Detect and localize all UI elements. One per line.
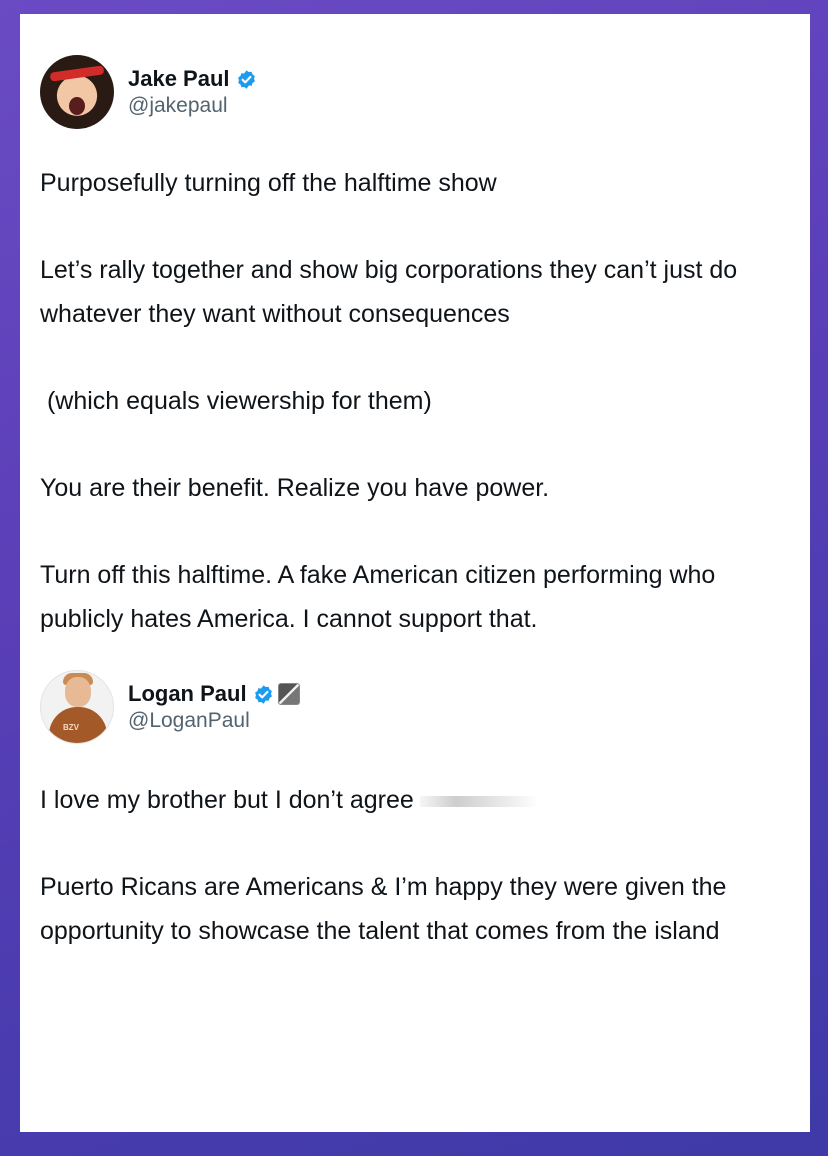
tweet-text: I love my brother but I don’t agree Puer… — [40, 778, 790, 953]
shirt-logo: BZV — [63, 723, 79, 732]
name-row: Jake Paul — [128, 66, 257, 92]
verified-badge-icon — [253, 684, 274, 705]
tweet-paragraph: Let’s rally together and show big corpor… — [40, 256, 745, 328]
handle[interactable]: @LoganPaul — [128, 709, 300, 733]
tweet-logan: BZV Logan Paul @LoganPaul I love my brot… — [40, 669, 790, 953]
affiliate-badge-icon[interactable] — [277, 683, 300, 705]
tweet-paragraph: (which equals viewership for them) — [40, 387, 432, 415]
tweet-paragraph: Purposefully turning off the halftime sh… — [40, 169, 497, 197]
tweet-paragraph: You are their benefit. Realize you have … — [40, 474, 550, 502]
tweet-header: Jake Paul @jakepaul — [40, 54, 790, 130]
tweet-paragraph: Turn off this halftime. A fake American … — [40, 561, 723, 633]
tweet-jake: Jake Paul @jakepaul Purposefully turning… — [40, 54, 790, 641]
tweet-paragraph: I love my brother but I don’t agree — [40, 778, 790, 822]
tweet-paragraph-text: I love my brother but I don’t agree — [40, 786, 414, 814]
handle[interactable]: @jakepaul — [128, 94, 257, 118]
tweet-header: BZV Logan Paul @LoganPaul — [40, 669, 790, 745]
tweet-text: Purposefully turning off the halftime sh… — [40, 161, 790, 641]
author-block: Jake Paul @jakepaul — [128, 66, 257, 118]
name-row: Logan Paul — [128, 681, 300, 707]
verified-badge-icon — [236, 69, 257, 90]
emoji-icon — [419, 795, 538, 807]
avatar[interactable] — [40, 55, 114, 129]
tweet-paragraph: Puerto Ricans are Americans & I’m happy … — [40, 873, 734, 945]
screenshot-card: Jake Paul @jakepaul Purposefully turning… — [20, 14, 810, 1132]
avatar[interactable]: BZV — [40, 670, 114, 744]
display-name[interactable]: Logan Paul — [128, 681, 247, 707]
author-block: Logan Paul @LoganPaul — [128, 681, 300, 733]
display-name[interactable]: Jake Paul — [128, 66, 230, 92]
